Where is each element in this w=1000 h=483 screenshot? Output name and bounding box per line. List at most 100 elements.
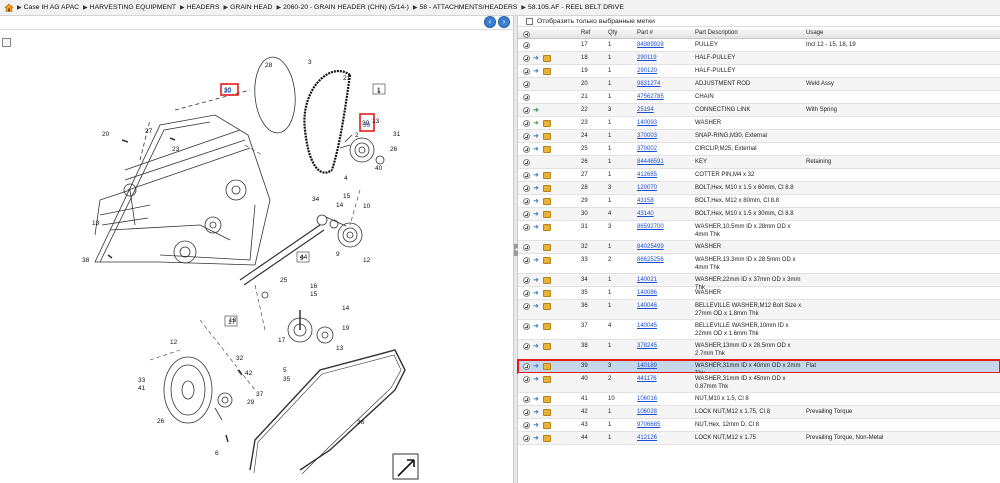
diagram-boxed-callout[interactable]: 39 [363,122,371,129]
breadcrumb-item[interactable]: 58.105.AF - REEL BELT DRIVE [528,4,624,11]
package-icon[interactable] [543,146,551,153]
parts-row[interactable]: ➜ 36 1 140046 BELLEVILLE WASHER,M12 Bolt Siz… [518,300,1000,320]
diagram-callout[interactable]: 29 [247,399,255,406]
parts-row[interactable]: 20 1 9831274 ADJUSTMENT ROD Weld Assy [518,78,1000,91]
package-icon[interactable] [543,211,551,218]
info-arrow-icon[interactable]: ➜ [533,323,541,330]
add-to-cart-icon[interactable] [523,363,530,370]
part-number-link[interactable]: 412685 [637,172,657,180]
parts-row[interactable]: ➜ 34 1 140021 WASHER,22mm ID x 37mm OD x 3mm… [518,274,1000,291]
parts-row[interactable]: ➜ 33 2 86625256 WASHER,13.3mm ID x 28.5mm OD… [518,254,1000,274]
diagram-boxed-callout[interactable]: 30 [224,88,232,95]
package-icon[interactable] [543,257,551,264]
info-arrow-icon[interactable]: ➜ [533,435,541,442]
part-number-link[interactable]: 120070 [637,185,657,193]
part-number-link[interactable]: 84989928 [637,42,664,50]
diagram-callout[interactable]: 15 [310,291,318,298]
parts-row[interactable]: 32 1 84025499 WASHER [518,241,1000,254]
add-to-cart-icon[interactable] [523,172,530,179]
diagram-callout[interactable]: 41 [138,385,146,392]
breadcrumb-item[interactable]: GRAIN HEAD [230,4,272,11]
part-number-link[interactable]: 25194 [637,107,654,115]
breadcrumb-item[interactable]: HEADERS [187,4,220,11]
diagram-callout[interactable]: 5 [283,367,287,374]
package-icon[interactable] [543,363,551,370]
package-icon[interactable] [543,422,551,429]
package-icon[interactable] [543,409,551,416]
alternate-part-icon[interactable]: ➜ [533,120,541,127]
diagram-callout[interactable]: 13 [372,118,380,125]
diagram-callout[interactable]: 40 [375,165,383,172]
diagram-callout[interactable]: 13 [336,345,344,352]
parts-row[interactable]: 17 1 84989928 PULLEY Incl 12 - 15, 18, 19 [518,39,1000,52]
add-to-cart-icon[interactable] [523,81,530,88]
parts-row[interactable]: ➜ 40 2 441176 WASHER,31mm ID x 45mm OD x 0.8… [518,373,1000,393]
breadcrumb-item[interactable]: Case IH AG APAC [24,4,79,11]
part-number-link[interactable]: 86625256 [637,257,664,265]
diagram-callout[interactable]: 13 [92,220,100,227]
info-arrow-icon[interactable]: ➜ [533,68,541,75]
add-to-cart-icon[interactable] [523,146,530,153]
parts-row[interactable]: ➜ 25 1 370002 CIRCLIP,M25, External [518,143,1000,156]
info-arrow-icon[interactable]: ➜ [533,277,541,284]
part-number-link[interactable]: 370002 [637,146,657,154]
info-arrow-icon[interactable]: ➜ [533,185,541,192]
parts-row[interactable]: ➜ 19 1 290120 HALF-PULLEY [518,65,1000,78]
diagram-callout[interactable]: 15 [343,193,351,200]
part-number-link[interactable]: 9706685 [637,422,660,430]
part-number-link[interactable]: 441176 [637,376,657,384]
part-number-link[interactable]: 9831274 [637,81,660,89]
info-arrow-icon[interactable]: ➜ [533,290,541,297]
info-arrow-icon[interactable]: ➜ [533,396,541,403]
parts-row[interactable]: ➜ 44 1 412126 LOCK NUT,M12 x 1.75 Prevailing … [518,432,1000,445]
diagram-callout[interactable]: 36 [357,419,365,426]
diagram-callout[interactable]: 34 [312,196,320,203]
diagram-callout[interactable]: 6 [215,450,219,457]
part-number-link[interactable]: 106016 [637,396,657,404]
info-arrow-icon[interactable]: ➜ [533,363,541,370]
info-arrow-icon[interactable]: ➜ [533,172,541,179]
diagram-callout[interactable]: 23 [172,146,180,153]
package-icon[interactable] [543,224,551,231]
package-icon[interactable] [543,343,551,350]
parts-row[interactable]: ➜ 24 1 370003 SNAP-RING,M30, External [518,130,1000,143]
parts-row[interactable]: ➜ 30 4 43140 BOLT,Hex, M10 x 1.5 x 30mm, Cl … [518,208,1000,221]
col-ref[interactable]: Ref [581,30,590,36]
info-arrow-icon[interactable]: ➜ [533,303,541,310]
package-icon[interactable] [543,277,551,284]
package-icon[interactable] [543,303,551,310]
part-number-link[interactable]: 84025499 [637,244,664,252]
part-number-link[interactable]: 370003 [637,133,657,141]
parts-row[interactable]: ➜ ➜ 22 3 25194 CONNECTING LINK With Spring [518,104,1000,117]
parts-row[interactable]: ➜ 35 1 140086 WASHER [518,287,1000,300]
diagram-boxed-callout[interactable]: 17 [228,319,236,326]
package-icon[interactable] [543,133,551,140]
parts-row[interactable]: ➜ 38 1 378245 WASHER,13mm ID x 28.5mm OD x 2… [518,340,1000,360]
package-icon[interactable] [543,68,551,75]
parts-row[interactable]: ➜ 29 1 43158 BOLT,Hex, M12 x 80mm, Cl 8.8 [518,195,1000,208]
info-arrow-icon[interactable]: ➜ [533,376,541,383]
diagram-callout[interactable]: 2 [355,132,359,139]
add-to-cart-icon[interactable] [523,42,530,49]
info-arrow-icon[interactable]: ➜ [533,343,541,350]
parts-row[interactable]: ➜ 23 1 140093 WASHER [518,117,1000,130]
part-number-link[interactable]: 140189 [637,363,657,371]
info-arrow-icon[interactable]: ➜ [533,257,541,264]
diagram-callout[interactable]: 17 [278,337,286,344]
add-to-cart-icon[interactable] [523,94,530,101]
add-to-cart-icon[interactable] [523,107,530,114]
diagram-boxed-callout[interactable]: 1 [377,87,381,94]
diagram-callout[interactable]: 16 [310,283,318,290]
part-number-link[interactable]: 43158 [637,198,654,206]
col-usage[interactable]: Usage [806,30,823,36]
add-to-cart-icon[interactable] [523,211,530,218]
next-arrow-icon[interactable]: › [498,16,510,28]
part-number-link[interactable]: 140093 [637,120,657,128]
diagram-callout[interactable]: 27 [145,128,153,135]
breadcrumb-item[interactable]: HARVESTING EQUIPMENT [90,4,176,11]
diagram-callout[interactable]: 19 [342,325,350,332]
add-to-cart-icon[interactable] [523,290,530,297]
package-icon[interactable] [543,185,551,192]
add-to-cart-icon[interactable] [523,133,530,140]
col-qty[interactable]: Qty [608,30,617,36]
